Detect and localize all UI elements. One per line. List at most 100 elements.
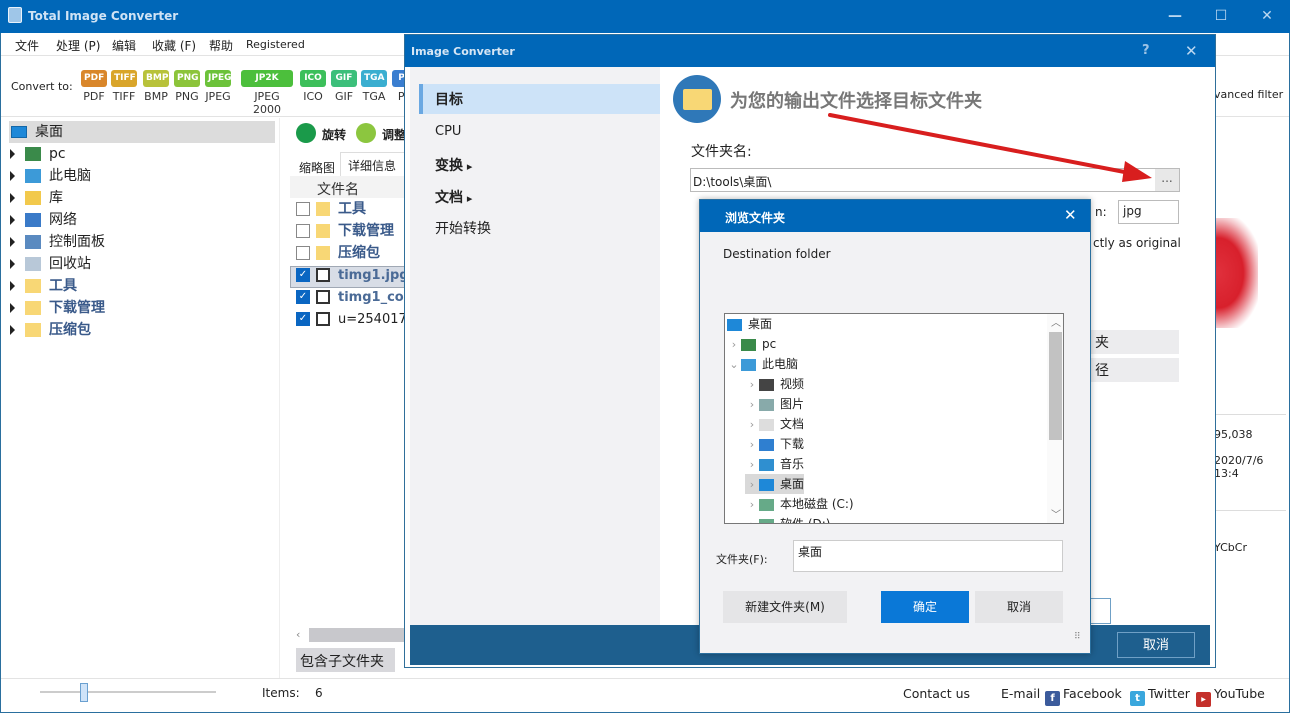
scroll-down-icon[interactable]: ﹀ <box>1051 506 1061 521</box>
format-jpeg-button[interactable]: JPEG JPEG <box>205 70 231 103</box>
extension-input[interactable]: jpg <box>1118 200 1179 224</box>
advanced-filter-link[interactable]: vanced filter <box>1214 88 1283 101</box>
tree-item[interactable]: pc <box>10 143 66 165</box>
file-checkbox[interactable]: ✓ <box>296 312 310 326</box>
include-subfolders-button[interactable]: 包含子文件夹 <box>300 651 384 671</box>
chevron-icon[interactable]: › <box>745 475 759 495</box>
browse-folder-input[interactable]: 桌面 <box>793 540 1063 572</box>
browse-tree-item[interactable]: ⌄ 此电脑 <box>727 354 798 374</box>
rotate-button[interactable]: 旋转 <box>322 126 346 143</box>
tree-root[interactable]: 桌面 <box>11 121 63 143</box>
ok-button[interactable]: 确定 <box>881 591 969 623</box>
chevron-icon[interactable]: › <box>745 395 759 415</box>
chevron-icon[interactable]: › <box>745 375 759 395</box>
zoom-slider-thumb[interactable] <box>80 683 88 702</box>
file-row[interactable]: ✓ u=2540171 <box>296 308 415 330</box>
resize-grip-icon[interactable]: ⠿ <box>1074 632 1081 642</box>
file-row[interactable]: ✓ timg1_con <box>296 286 413 308</box>
expand-arrow-icon[interactable] <box>10 215 15 225</box>
tab-details[interactable]: 详细信息 <box>348 157 396 174</box>
browse-cancel-button[interactable]: 取消 <box>975 591 1063 623</box>
chevron-icon[interactable]: ⌄ <box>727 355 741 375</box>
help-button[interactable]: ? <box>1142 43 1150 58</box>
twitter-link[interactable]: t Twitter <box>1130 686 1190 706</box>
browse-tree-item[interactable]: 桌面 <box>727 314 772 334</box>
file-checkbox[interactable] <box>296 246 310 260</box>
browse-tree-item[interactable]: › 桌面 <box>745 474 805 495</box>
chevron-icon[interactable]: › <box>745 435 759 455</box>
format-bmp-button[interactable]: BMP BMP <box>143 70 169 103</box>
file-row[interactable]: 下载管理 <box>296 220 394 242</box>
file-row[interactable]: ✓ timg1.jpg <box>296 264 409 286</box>
minimize-button[interactable]: — <box>1152 0 1198 33</box>
chevron-icon[interactable]: › <box>745 415 759 435</box>
tree-item[interactable]: 回收站 <box>10 253 91 275</box>
keep-original-option[interactable]: ctly as original <box>1093 236 1181 250</box>
facebook-link[interactable]: f Facebook <box>1045 686 1122 706</box>
browse-tree-item[interactable]: › 文档 <box>745 414 804 434</box>
maximize-button[interactable]: ☐ <box>1198 0 1244 33</box>
menu-help[interactable]: 帮助 <box>209 37 233 54</box>
email-link[interactable]: E-mail <box>1001 686 1040 701</box>
expand-arrow-icon[interactable] <box>10 193 15 203</box>
browse-tree-item[interactable]: › 音乐 <box>745 454 804 474</box>
format-gif-button[interactable]: GIF GIF <box>331 70 357 103</box>
file-checkbox[interactable]: ✓ <box>296 290 310 304</box>
menu-favorites[interactable]: 收藏 (F) <box>152 37 196 54</box>
format-ico-button[interactable]: ICO ICO <box>300 70 326 103</box>
nav-item[interactable]: 变换 ▸ <box>435 155 472 175</box>
file-checkbox[interactable]: ✓ <box>296 268 310 282</box>
side-button-1[interactable]: 夹 <box>1091 330 1179 354</box>
chevron-icon[interactable]: › <box>745 515 759 523</box>
file-checkbox[interactable] <box>296 202 310 216</box>
youtube-link[interactable]: ▶ YouTube <box>1196 686 1265 707</box>
cancel-button[interactable]: 取消 <box>1117 632 1195 658</box>
browse-tree[interactable]: 桌面›pc⌄此电脑›视频›图片›文档›下载›音乐›桌面›本地磁盘 (C:)›软件… <box>724 313 1064 524</box>
format-pdf-button[interactable]: PDF PDF <box>81 70 107 103</box>
expand-arrow-icon[interactable] <box>10 149 15 159</box>
expand-arrow-icon[interactable] <box>10 171 15 181</box>
tree-item[interactable]: 控制面板 <box>10 231 105 253</box>
tab-thumbnails[interactable]: 缩略图 <box>299 159 335 176</box>
file-checkbox[interactable] <box>296 224 310 238</box>
tree-item[interactable]: 库 <box>10 187 63 209</box>
scroll-left-icon[interactable]: ‹ <box>296 628 300 641</box>
nav-item[interactable]: CPU <box>435 124 461 139</box>
menu-edit[interactable]: 编辑 <box>112 37 136 54</box>
chevron-icon[interactable]: › <box>727 335 741 355</box>
nav-item[interactable]: 目标 <box>435 89 463 109</box>
browse-tree-item[interactable]: › 本地磁盘 (C:) <box>745 494 854 514</box>
splitter[interactable] <box>279 118 280 678</box>
menu-registered[interactable]: Registered <box>246 38 305 51</box>
vertical-scrollbar[interactable]: ︿ ﹀ <box>1047 314 1063 523</box>
nav-item[interactable]: 开始转换 <box>435 218 491 238</box>
browse-tree-item[interactable]: › pc <box>727 334 776 354</box>
browse-tree-item[interactable]: › 图片 <box>745 394 804 414</box>
expand-arrow-icon[interactable] <box>10 259 15 269</box>
scroll-up-icon[interactable]: ︿ <box>1051 314 1061 329</box>
browse-tree-item[interactable]: › 下载 <box>745 434 804 454</box>
tree-item[interactable]: 此电脑 <box>10 165 91 187</box>
browse-tree-item[interactable]: › 视频 <box>745 374 804 394</box>
column-filename[interactable]: 文件名 <box>317 179 359 199</box>
tree-item[interactable]: 网络 <box>10 209 77 231</box>
chevron-icon[interactable]: › <box>745 455 759 475</box>
close-button[interactable]: ✕ <box>1244 0 1290 33</box>
nav-item[interactable]: 文档 ▸ <box>435 187 472 207</box>
menu-process[interactable]: 处理 (P) <box>56 37 100 54</box>
format-jp2k-button[interactable]: JP2K JPEG 2000 <box>241 70 293 116</box>
scrollbar-thumb[interactable] <box>1049 332 1062 440</box>
expand-arrow-icon[interactable] <box>10 281 15 291</box>
tree-item[interactable]: 压缩包 <box>10 319 91 341</box>
format-tga-button[interactable]: TGA TGA <box>361 70 387 103</box>
expand-arrow-icon[interactable] <box>10 303 15 313</box>
menu-file[interactable]: 文件 <box>15 37 39 54</box>
side-button-2[interactable]: 径 <box>1091 358 1179 382</box>
dialog-close-button[interactable]: ✕ <box>1185 42 1198 60</box>
browse-close-button[interactable]: ✕ <box>1064 206 1077 224</box>
new-folder-button[interactable]: 新建文件夹(M) <box>723 591 847 623</box>
chevron-icon[interactable]: › <box>745 495 759 515</box>
file-row[interactable]: 压缩包 <box>296 242 380 264</box>
expand-arrow-icon[interactable] <box>10 237 15 247</box>
contact-link[interactable]: Contact us <box>903 686 970 701</box>
